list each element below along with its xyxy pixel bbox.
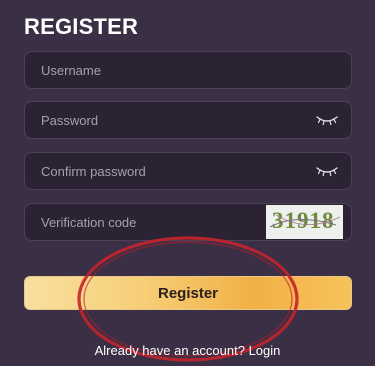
eye-closed-icon[interactable] (315, 113, 339, 127)
login-link[interactable]: Login (249, 343, 281, 358)
login-prompt: Already have an account? Login (0, 343, 375, 358)
register-button[interactable]: Register (24, 276, 352, 310)
captcha-image[interactable]: 31918 (266, 205, 343, 239)
verification-field-container: 31918 (24, 203, 352, 241)
password-field-container (24, 101, 352, 139)
confirm-password-input[interactable] (25, 153, 351, 189)
eye-closed-icon[interactable] (315, 164, 339, 178)
captcha-noise (269, 214, 341, 228)
page-title: REGISTER (24, 14, 139, 39)
login-prompt-text: Already have an account? (94, 343, 245, 358)
password-input[interactable] (25, 102, 351, 138)
username-field-container (24, 51, 352, 89)
confirm-password-field-container (24, 152, 352, 190)
username-input[interactable] (25, 52, 351, 88)
